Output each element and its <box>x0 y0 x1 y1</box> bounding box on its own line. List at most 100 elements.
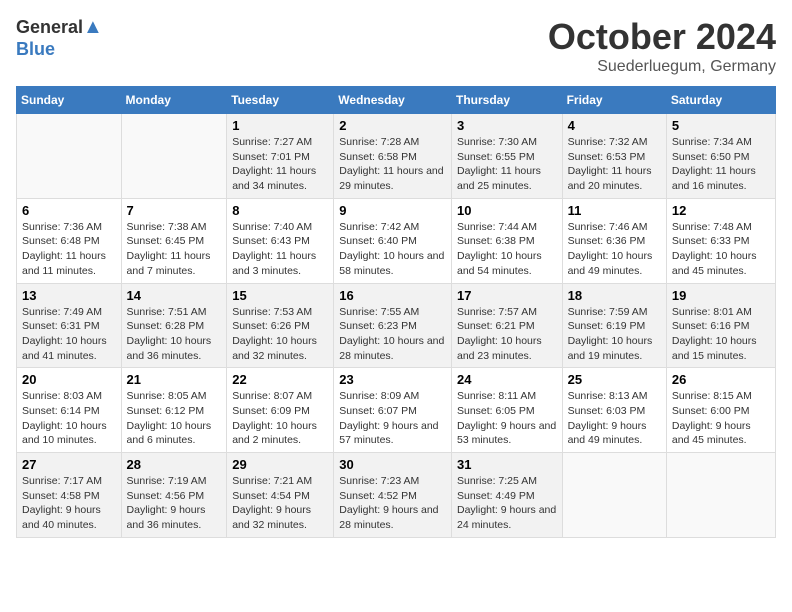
day-number: 18 <box>568 288 661 303</box>
calendar-body: 1 Sunrise: 7:27 AMSunset: 7:01 PMDaylight… <box>17 114 776 538</box>
calendar-cell: 9 Sunrise: 7:42 AMSunset: 6:40 PMDaylight… <box>334 198 452 283</box>
day-number: 21 <box>127 372 222 387</box>
day-number: 12 <box>672 203 770 218</box>
calendar-cell: 10Sunrise: 7:44 AMSunset: 6:38 PMDayligh… <box>451 198 562 283</box>
logo: General▲ Blue <box>16 16 103 60</box>
calendar-cell: 19 Sunrise: 8:01 AMSunset: 6:16 PMDayligh… <box>666 283 775 368</box>
day-number: 4 <box>568 118 661 133</box>
calendar-cell: 25 Sunrise: 8:13 AMSunset: 6:03 PMDayligh… <box>562 368 666 453</box>
header-row: SundayMondayTuesdayWednesdayThursdayFrid… <box>17 87 776 114</box>
day-info: Sunrise: 7:55 AMSunset: 6:23 PMDaylight:… <box>339 305 446 364</box>
calendar-cell: 5 Sunrise: 7:34 AMSunset: 6:50 PMDaylight… <box>666 114 775 199</box>
title-block: October 2024 Suederluegum, Germany <box>548 16 776 76</box>
day-number: 23 <box>339 372 446 387</box>
day-number: 15 <box>232 288 328 303</box>
calendar-cell: 18 Sunrise: 7:59 AMSunset: 6:19 PMDayligh… <box>562 283 666 368</box>
header-day: Thursday <box>451 87 562 114</box>
location-title: Suederluegum, Germany <box>548 58 776 76</box>
day-info: Sunrise: 7:27 AMSunset: 7:01 PMDaylight:… <box>232 135 328 194</box>
header-day: Tuesday <box>227 87 334 114</box>
calendar-cell: 20Sunrise: 8:03 AMSunset: 6:14 PMDayligh… <box>17 368 122 453</box>
day-info: Sunrise: 8:07 AMSunset: 6:09 PMDaylight:… <box>232 389 328 448</box>
calendar-cell <box>562 453 666 538</box>
day-info: Sunrise: 8:11 AMSunset: 6:05 PMDaylight:… <box>457 389 557 448</box>
calendar-cell: 4Sunrise: 7:32 AMSunset: 6:53 PMDaylight… <box>562 114 666 199</box>
day-number: 7 <box>127 203 222 218</box>
calendar-cell: 29Sunrise: 7:21 AMSunset: 4:54 PMDayligh… <box>227 453 334 538</box>
header-day: Monday <box>121 87 227 114</box>
calendar-cell: 7 Sunrise: 7:38 AMSunset: 6:45 PMDaylight… <box>121 198 227 283</box>
day-number: 11 <box>568 203 661 218</box>
calendar-cell: 21 Sunrise: 8:05 AMSunset: 6:12 PMDayligh… <box>121 368 227 453</box>
calendar-week-row: 13Sunrise: 7:49 AMSunset: 6:31 PMDayligh… <box>17 283 776 368</box>
calendar-header: SundayMondayTuesdayWednesdayThursdayFrid… <box>17 87 776 114</box>
day-info: Sunrise: 7:21 AMSunset: 4:54 PMDaylight:… <box>232 474 328 533</box>
day-info: Sunrise: 7:36 AMSunset: 6:48 PMDaylight:… <box>22 220 116 279</box>
logo-bird: ▲ <box>83 16 103 38</box>
day-number: 6 <box>22 203 116 218</box>
day-info: Sunrise: 7:48 AMSunset: 6:33 PMDaylight:… <box>672 220 770 279</box>
day-info: Sunrise: 7:42 AMSunset: 6:40 PMDaylight:… <box>339 220 446 279</box>
day-number: 9 <box>339 203 446 218</box>
day-number: 22 <box>232 372 328 387</box>
day-info: Sunrise: 7:17 AMSunset: 4:58 PMDaylight:… <box>22 474 116 533</box>
day-number: 25 <box>568 372 661 387</box>
calendar-cell: 12 Sunrise: 7:48 AMSunset: 6:33 PMDayligh… <box>666 198 775 283</box>
day-info: Sunrise: 7:30 AMSunset: 6:55 PMDaylight:… <box>457 135 557 194</box>
calendar-cell: 2 Sunrise: 7:28 AMSunset: 6:58 PMDaylight… <box>334 114 452 199</box>
day-number: 30 <box>339 457 446 472</box>
header-day: Saturday <box>666 87 775 114</box>
day-number: 24 <box>457 372 557 387</box>
day-info: Sunrise: 7:23 AMSunset: 4:52 PMDaylight:… <box>339 474 446 533</box>
day-number: 2 <box>339 118 446 133</box>
calendar-cell: 14Sunrise: 7:51 AMSunset: 6:28 PMDayligh… <box>121 283 227 368</box>
day-info: Sunrise: 8:13 AMSunset: 6:03 PMDaylight:… <box>568 389 661 448</box>
day-number: 3 <box>457 118 557 133</box>
header-day: Friday <box>562 87 666 114</box>
calendar-cell: 27 Sunrise: 7:17 AMSunset: 4:58 PMDayligh… <box>17 453 122 538</box>
calendar-table: SundayMondayTuesdayWednesdayThursdayFrid… <box>16 86 776 538</box>
day-number: 17 <box>457 288 557 303</box>
day-info: Sunrise: 8:15 AMSunset: 6:00 PMDaylight:… <box>672 389 770 448</box>
calendar-week-row: 6 Sunrise: 7:36 AMSunset: 6:48 PMDaylight… <box>17 198 776 283</box>
calendar-cell <box>17 114 122 199</box>
day-info: Sunrise: 7:38 AMSunset: 6:45 PMDaylight:… <box>127 220 222 279</box>
day-info: Sunrise: 7:25 AMSunset: 4:49 PMDaylight:… <box>457 474 557 533</box>
day-info: Sunrise: 7:34 AMSunset: 6:50 PMDaylight:… <box>672 135 770 194</box>
calendar-cell: 23Sunrise: 8:09 AMSunset: 6:07 PMDayligh… <box>334 368 452 453</box>
calendar-cell: 6 Sunrise: 7:36 AMSunset: 6:48 PMDaylight… <box>17 198 122 283</box>
day-number: 28 <box>127 457 222 472</box>
day-number: 16 <box>339 288 446 303</box>
calendar-cell: 26 Sunrise: 8:15 AMSunset: 6:00 PMDayligh… <box>666 368 775 453</box>
day-number: 8 <box>232 203 328 218</box>
day-number: 19 <box>672 288 770 303</box>
month-title: October 2024 <box>548 16 776 58</box>
day-info: Sunrise: 7:28 AMSunset: 6:58 PMDaylight:… <box>339 135 446 194</box>
calendar-cell: 15 Sunrise: 7:53 AMSunset: 6:26 PMDayligh… <box>227 283 334 368</box>
logo-blue: Blue <box>16 39 55 59</box>
calendar-cell: 17 Sunrise: 7:57 AMSunset: 6:21 PMDayligh… <box>451 283 562 368</box>
day-number: 5 <box>672 118 770 133</box>
day-number: 1 <box>232 118 328 133</box>
day-number: 27 <box>22 457 116 472</box>
day-number: 13 <box>22 288 116 303</box>
day-info: Sunrise: 7:57 AMSunset: 6:21 PMDaylight:… <box>457 305 557 364</box>
calendar-cell <box>666 453 775 538</box>
calendar-cell: 8Sunrise: 7:40 AMSunset: 6:43 PMDaylight… <box>227 198 334 283</box>
calendar-cell: 28Sunrise: 7:19 AMSunset: 4:56 PMDayligh… <box>121 453 227 538</box>
page-header: General▲ Blue October 2024 Suederluegum,… <box>16 16 776 76</box>
day-info: Sunrise: 7:53 AMSunset: 6:26 PMDaylight:… <box>232 305 328 364</box>
day-info: Sunrise: 8:05 AMSunset: 6:12 PMDaylight:… <box>127 389 222 448</box>
day-number: 26 <box>672 372 770 387</box>
calendar-week-row: 1 Sunrise: 7:27 AMSunset: 7:01 PMDaylight… <box>17 114 776 199</box>
day-info: Sunrise: 7:59 AMSunset: 6:19 PMDaylight:… <box>568 305 661 364</box>
header-day: Sunday <box>17 87 122 114</box>
calendar-cell <box>121 114 227 199</box>
calendar-cell: 22 Sunrise: 8:07 AMSunset: 6:09 PMDayligh… <box>227 368 334 453</box>
calendar-cell: 1 Sunrise: 7:27 AMSunset: 7:01 PMDaylight… <box>227 114 334 199</box>
day-info: Sunrise: 7:51 AMSunset: 6:28 PMDaylight:… <box>127 305 222 364</box>
day-number: 31 <box>457 457 557 472</box>
day-number: 20 <box>22 372 116 387</box>
day-info: Sunrise: 8:01 AMSunset: 6:16 PMDaylight:… <box>672 305 770 364</box>
calendar-week-row: 20Sunrise: 8:03 AMSunset: 6:14 PMDayligh… <box>17 368 776 453</box>
